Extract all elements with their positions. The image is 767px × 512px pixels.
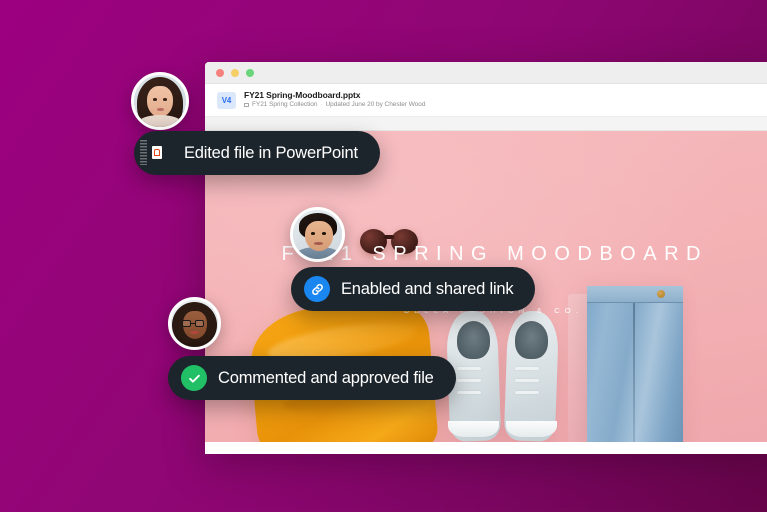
- sneaker-left-opening: [457, 321, 490, 359]
- sneaker-lace: [457, 379, 481, 382]
- folder-icon: [244, 102, 249, 107]
- avatar-portrait: [134, 75, 186, 127]
- sneaker-lace: [457, 391, 481, 394]
- file-name: FY21 Spring-Moodboard.pptx: [244, 90, 361, 101]
- slide-title: FY21 SPRING MOODBOARD: [281, 243, 708, 265]
- meta-separator: ·: [320, 101, 323, 109]
- file-collection[interactable]: FY21 Spring Collection: [252, 101, 317, 108]
- minimize-button[interactable]: [231, 68, 239, 77]
- avatar-portrait: [293, 210, 342, 259]
- maximize-button[interactable]: [246, 68, 254, 77]
- sunglasses-bridge: [384, 235, 394, 239]
- toolbar-strip: [205, 116, 767, 131]
- sneaker-right-sole: [506, 421, 557, 437]
- sneaker-lace: [515, 379, 539, 382]
- notification-label: Enabled and shared link: [341, 279, 514, 298]
- powerpoint-icon: [147, 140, 173, 166]
- file-info: FY21 Spring-Moodboard.pptx FY21 Spring C…: [244, 91, 425, 108]
- avatar-portrait: [171, 300, 218, 347]
- version-badge[interactable]: V4: [217, 91, 236, 109]
- denim-seam: [633, 303, 635, 442]
- sneaker-right-opening: [515, 321, 548, 359]
- notification-commented-approved[interactable]: Commented and approved file: [168, 356, 456, 400]
- file-updated: Updated June 20 by Chester Wood: [325, 101, 426, 109]
- window-titlebar: [205, 62, 767, 84]
- promotional-graphic: V4 FY21 Spring-Moodboard.pptx FY21 Sprin…: [0, 0, 767, 512]
- collaborator-avatar-1[interactable]: [131, 72, 189, 130]
- file-meta: FY21 Spring Collection · Updated June 20…: [244, 101, 425, 108]
- check-circle-icon: [181, 365, 207, 391]
- notification-shared-link[interactable]: Enabled and shared link: [291, 267, 536, 311]
- notification-label: Edited file in PowerPoint: [184, 143, 358, 162]
- sneaker-left-sole: [448, 421, 499, 437]
- sneaker-lace: [515, 367, 539, 370]
- notification-edited-file[interactable]: Edited file in PowerPoint: [134, 131, 380, 175]
- collaborator-avatar-2[interactable]: [290, 207, 345, 262]
- denim-waistband: [587, 286, 683, 303]
- close-button[interactable]: [216, 68, 224, 77]
- file-header: V4 FY21 Spring-Moodboard.pptx FY21 Sprin…: [205, 84, 767, 116]
- sneaker-lace: [515, 391, 539, 394]
- link-icon: [304, 276, 330, 302]
- collaborator-avatar-3[interactable]: [168, 297, 221, 350]
- notification-label: Commented and approved file: [218, 368, 434, 387]
- denim-button-icon: [657, 290, 665, 298]
- sneaker-lace: [457, 367, 481, 370]
